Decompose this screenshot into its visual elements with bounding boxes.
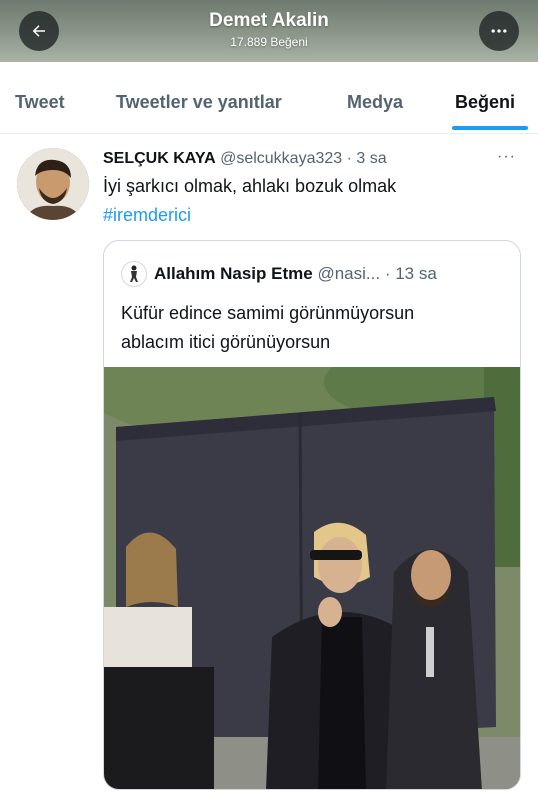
tweet-text: İyi şarkıcı olmak, ahlakı bozuk olmak <box>103 176 397 196</box>
active-tab-indicator <box>452 126 528 130</box>
quote-author-name[interactable]: Allahım Nasip Etme <box>154 264 313 283</box>
tab-tweets-and-replies[interactable]: Tweetler ve yanıtlar <box>116 92 282 113</box>
more-button[interactable] <box>479 11 519 51</box>
more-horizontal-icon <box>491 29 507 33</box>
quote-text-line-1: Küfür edince samimi görünmüyorsun <box>121 303 415 323</box>
quote-media-image[interactable] <box>104 367 520 789</box>
tab-media[interactable]: Medya <box>347 92 403 113</box>
media-photo <box>104 367 520 789</box>
quote-text-line-2: ablacım itici görünüyorsun <box>121 332 331 352</box>
tweet-more-icon[interactable]: ··· <box>497 148 516 166</box>
quote-text: Küfür edince samimi görünmüyorsun ablacı… <box>121 299 414 357</box>
avatar[interactable] <box>17 148 89 220</box>
tweet-hashtag[interactable]: #iremderici <box>103 205 191 226</box>
tweet-author-name[interactable]: SELÇUK KAYA <box>103 150 216 167</box>
tab-likes[interactable]: Beğeni <box>455 92 515 113</box>
quote-header: Allahım Nasip Etme @nasi... · 13 sa <box>154 264 437 284</box>
tweet-time[interactable]: · 3 sa <box>347 150 387 167</box>
profile-name: Demet Akalin <box>209 10 329 31</box>
likes-count: 17.889 Beğeni <box>230 35 308 49</box>
profile-header: Demet Akalin 17.889 Beğeni <box>0 0 538 62</box>
tweet-author-handle[interactable]: @selcukkaya323 <box>220 150 342 167</box>
tweet-header: SELÇUK KAYA @selcukkaya323 · 3 sa <box>103 150 387 168</box>
avatar-photo <box>17 148 89 220</box>
quote-time[interactable]: · 13 sa <box>385 264 437 283</box>
profile-tabs: Tweet Tweetler ve yanıtlar Medya Beğeni <box>0 62 538 134</box>
quoted-tweet[interactable]: Allahım Nasip Etme @nasi... · 13 sa Küfü… <box>103 240 521 790</box>
figure-icon <box>130 265 138 282</box>
tab-tweet[interactable]: Tweet <box>15 92 65 113</box>
quote-author-handle[interactable]: @nasi... <box>317 264 380 283</box>
quote-avatar[interactable] <box>121 261 147 287</box>
